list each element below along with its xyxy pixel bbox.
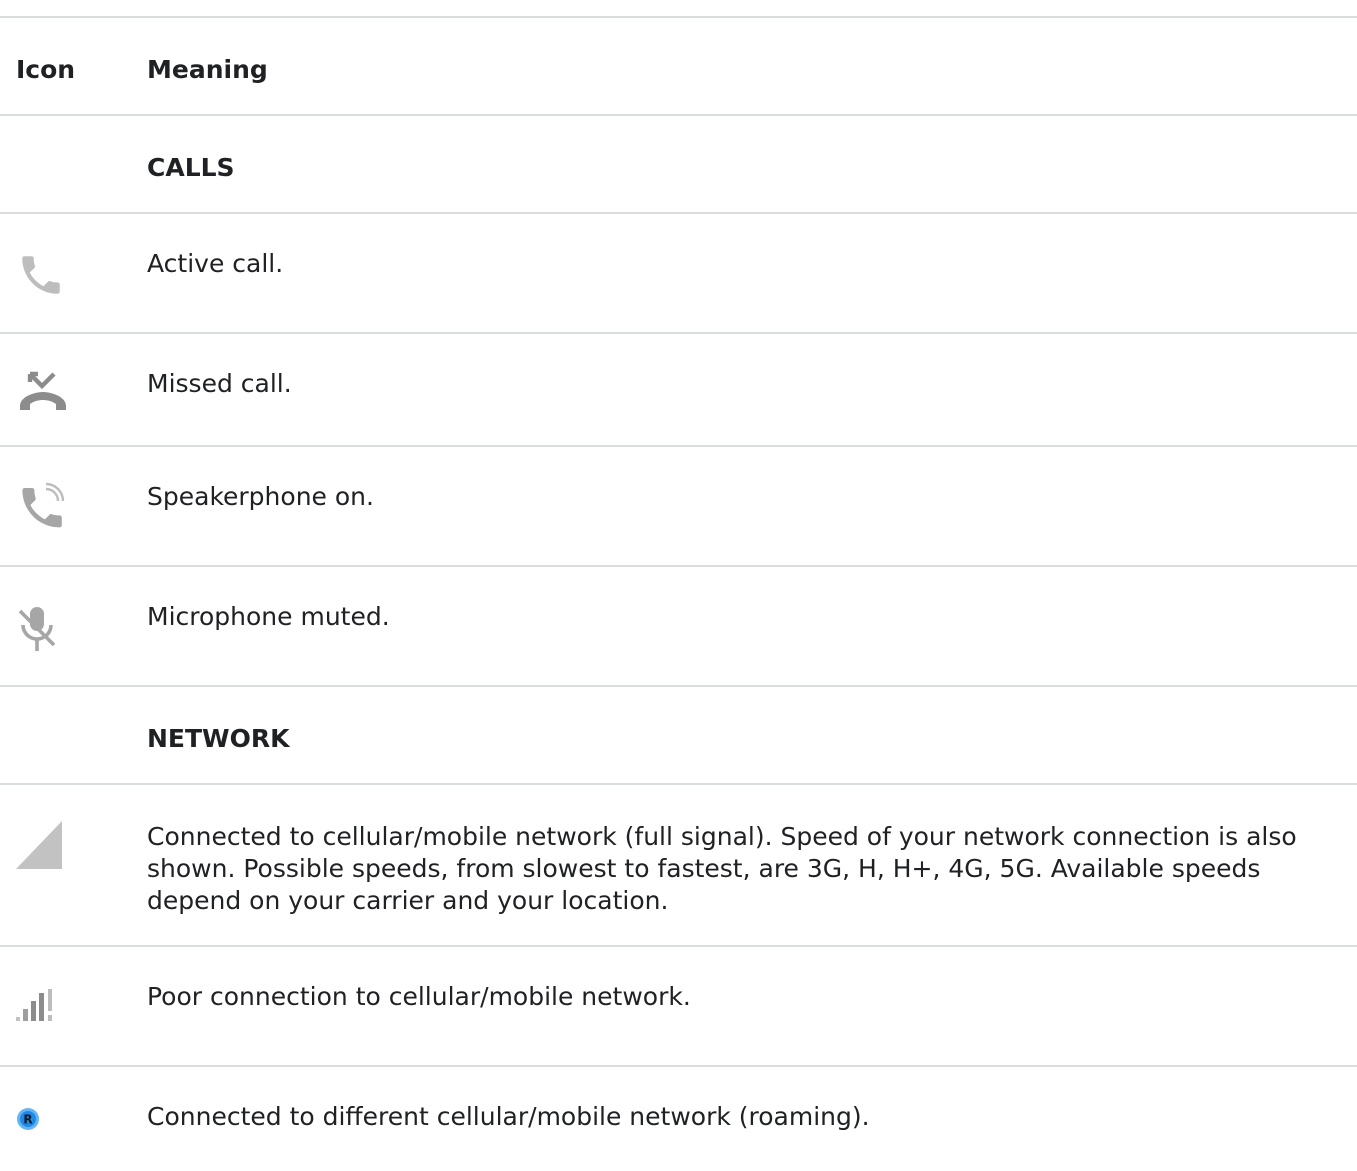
row-text: Connected to different cellular/mobile n… <box>147 1102 870 1131</box>
status-icons-table: Icon Meaning CALLS Active call. Missed c… <box>0 16 1357 1165</box>
table-header: Icon Meaning <box>0 16 1357 114</box>
row-text: Active call. <box>147 249 284 278</box>
missed-call-icon <box>20 371 66 410</box>
speakerphone-icon <box>22 482 65 528</box>
row-text: Missed call. <box>147 369 292 398</box>
row-text: Speakerphone on. <box>147 482 374 511</box>
section-title: NETWORK <box>147 724 290 753</box>
table-row: Speakerphone on. <box>0 445 1357 565</box>
section-title: CALLS <box>147 153 235 182</box>
header-icon-column: Icon <box>16 55 76 84</box>
row-text: Microphone muted. <box>147 602 390 631</box>
signal-full-icon <box>16 821 62 869</box>
section-network: NETWORK <box>0 685 1357 783</box>
row-text: Connected to cellular/mobile network (fu… <box>147 822 1297 915</box>
signal-poor-icon <box>16 989 52 1021</box>
row-text: Poor connection to cellular/mobile netwo… <box>147 982 691 1011</box>
table-row: Microphone muted. <box>0 565 1357 685</box>
mic-muted-icon <box>18 607 56 651</box>
phone-icon <box>22 256 60 294</box>
table-row: Missed call. <box>0 332 1357 445</box>
table-row: Active call. <box>0 212 1357 332</box>
section-calls: CALLS <box>0 114 1357 212</box>
table-row: Connected to cellular/mobile network (fu… <box>0 783 1357 945</box>
roaming-icon: R <box>17 1108 39 1130</box>
table-row: Poor connection to cellular/mobile netwo… <box>0 945 1357 1065</box>
table-row: R Connected to different cellular/mobile… <box>0 1065 1357 1165</box>
header-meaning-column: Meaning <box>147 55 268 84</box>
svg-text:R: R <box>23 1113 32 1127</box>
